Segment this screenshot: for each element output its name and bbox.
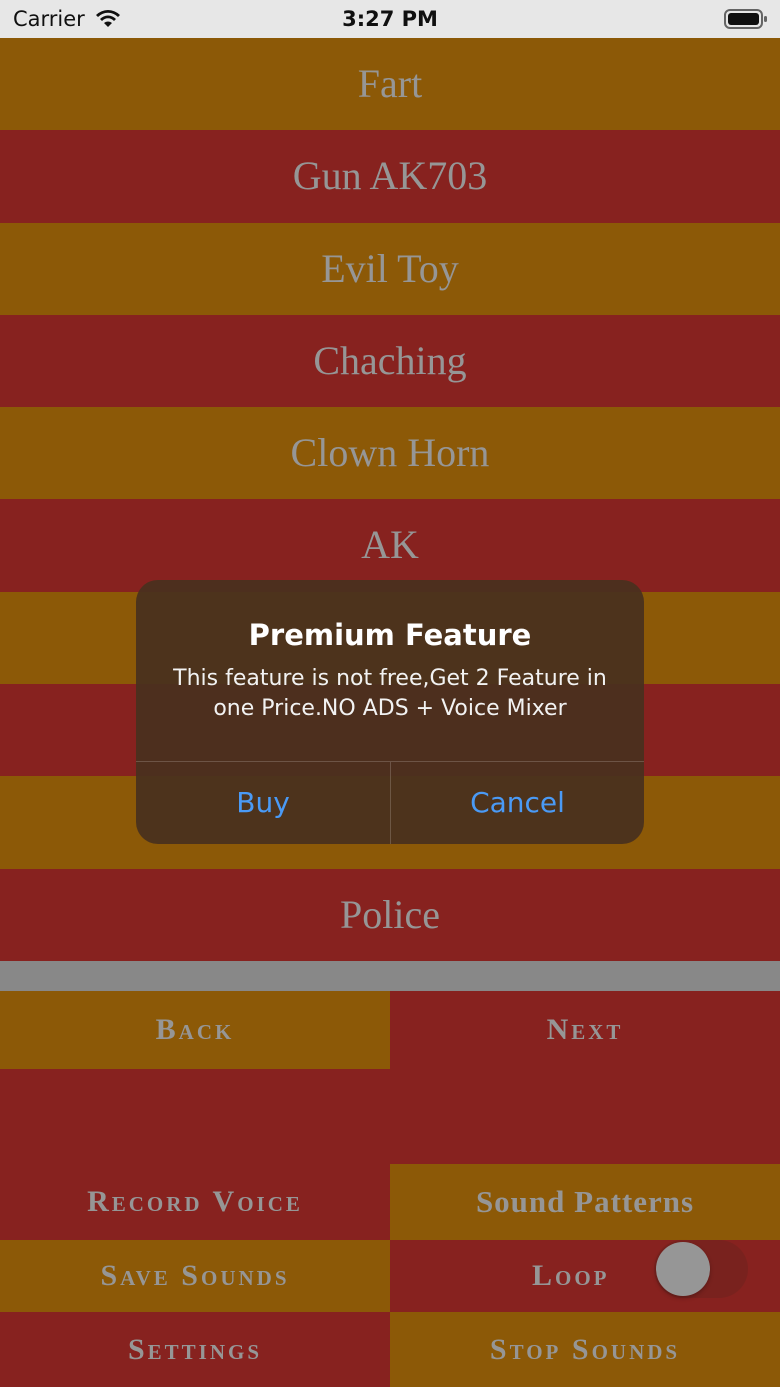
premium-alert-dialog: Premium Feature This feature is not free… (136, 580, 644, 844)
alert-title: Premium Feature (248, 618, 532, 652)
app-screen: Carrier 3:27 PM Fart Gun AK703 Evil Toy … (0, 0, 780, 1387)
buy-button[interactable]: Buy (136, 762, 390, 844)
cancel-button[interactable]: Cancel (391, 762, 644, 844)
alert-message: This feature is not free,Get 2 Feature i… (173, 666, 607, 721)
